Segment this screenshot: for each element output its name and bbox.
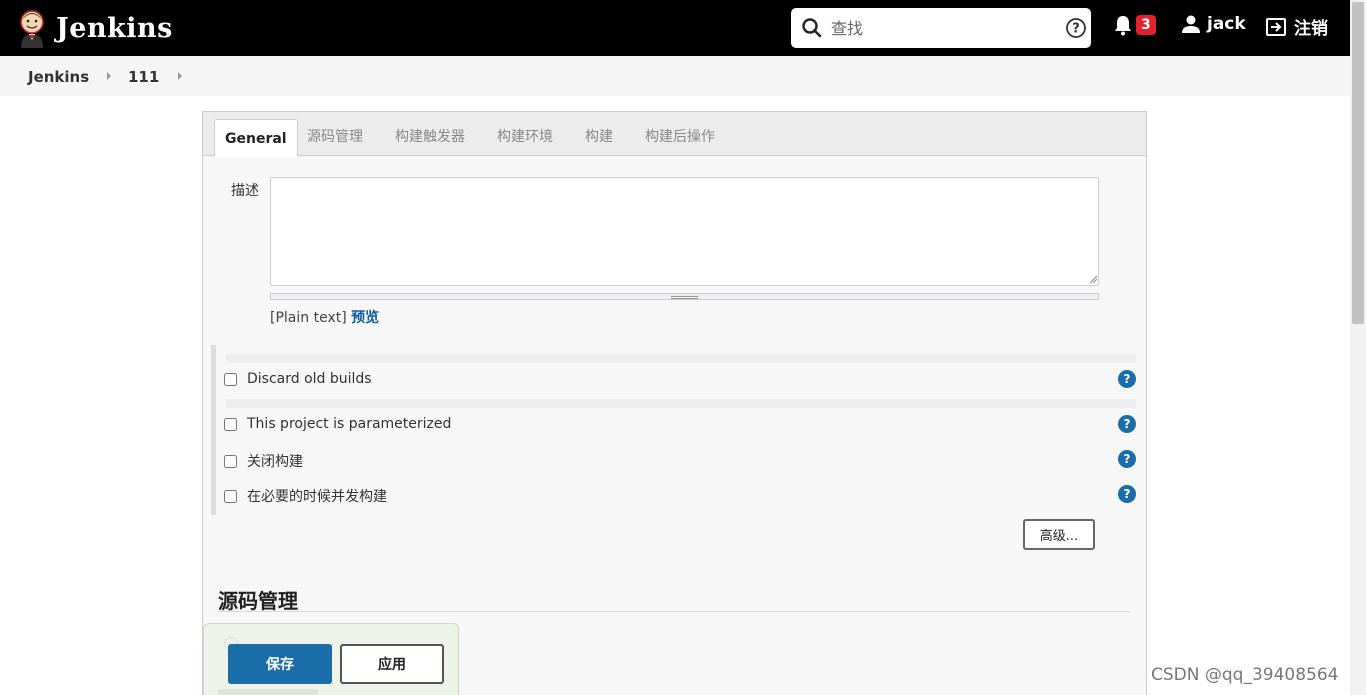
options-section-band (211, 345, 216, 515)
grip-icon[interactable] (671, 296, 698, 299)
option-discard-old-builds[interactable]: Discard old builds (224, 371, 372, 387)
notification-badge: 3 (1136, 15, 1156, 35)
username[interactable]: jack (1207, 14, 1246, 34)
top-header: Jenkins ? 3 jack 注销 (0, 0, 1350, 56)
description-label: 描述 (231, 183, 259, 199)
search-input[interactable] (829, 9, 1049, 47)
logout-label[interactable]: 注销 (1294, 14, 1328, 39)
jenkins-butler-icon (20, 10, 44, 48)
option-label: Discard old builds (247, 371, 372, 387)
breadcrumb: Jenkins 111 (0, 56, 1350, 96)
tab-general[interactable]: General (214, 119, 298, 157)
concurrent-build-checkbox[interactable] (224, 489, 237, 503)
option-label: 关闭构建 (247, 454, 303, 470)
logout-icon (1266, 17, 1286, 36)
divider (218, 611, 1131, 612)
chevron-right-icon[interactable] (178, 72, 182, 80)
description-textarea[interactable] (270, 177, 1099, 286)
logout-link[interactable]: 注销 (1266, 14, 1328, 39)
option-label: This project is parameterized (247, 416, 452, 432)
option-parameterized[interactable]: This project is parameterized (224, 416, 451, 432)
search-icon (802, 18, 822, 38)
user-menu[interactable]: jack (1181, 14, 1246, 34)
markup-format-line: [Plain text] 预览 (270, 307, 379, 327)
section-title-scm: 源码管理 (218, 589, 298, 613)
parameterized-checkbox[interactable] (224, 417, 237, 431)
divider (226, 399, 1136, 408)
bell-icon (1115, 16, 1131, 36)
save-button[interactable]: 保存 (228, 644, 332, 684)
disable-build-checkbox[interactable] (224, 454, 237, 468)
tab-post-build[interactable]: 构建后操作 (645, 126, 715, 146)
config-tabbar: General 源码管理 构建触发器 构建环境 构建 构建后操作 (203, 112, 1146, 157)
preview-link[interactable]: 预览 (351, 310, 379, 326)
page-scrollbar[interactable] (1350, 0, 1366, 695)
tab-build[interactable]: 构建 (585, 126, 613, 146)
scrollbar-thumb[interactable] (1352, 2, 1364, 324)
obscured-section-heading (218, 689, 318, 695)
option-concurrent-build[interactable]: 在必要的时候并发构建 (224, 486, 387, 506)
option-label: 在必要的时候并发构建 (247, 489, 387, 505)
help-icon[interactable]: ? (1118, 450, 1136, 468)
advanced-button[interactable]: 高级... (1023, 519, 1095, 550)
chevron-right-icon[interactable] (107, 72, 111, 80)
tab-scm[interactable]: 源码管理 (307, 126, 363, 146)
help-icon[interactable]: ? (1118, 415, 1136, 433)
discard-old-builds-checkbox[interactable] (224, 372, 237, 386)
plain-text-label: [Plain text] (270, 310, 347, 326)
app-name[interactable]: Jenkins (56, 13, 173, 44)
help-icon[interactable]: ? (1118, 485, 1136, 503)
search-box[interactable]: ? (791, 8, 1091, 48)
help-circle-icon[interactable]: ? (1065, 17, 1087, 39)
option-disable-build[interactable]: 关闭构建 (224, 451, 303, 471)
tab-build-triggers[interactable]: 构建触发器 (395, 126, 465, 146)
notifications[interactable]: 3 (1113, 14, 1156, 36)
breadcrumb-item-jenkins[interactable]: Jenkins (28, 68, 89, 86)
help-icon[interactable]: ? (1118, 370, 1136, 388)
watermark: CSDN @qq_39408564 (1151, 665, 1339, 685)
divider (226, 354, 1136, 363)
jenkins-logo[interactable]: Jenkins (16, 8, 173, 48)
user-icon (1182, 15, 1200, 33)
svg-text:?: ? (1072, 22, 1080, 37)
tab-build-environment[interactable]: 构建环境 (497, 126, 553, 146)
resize-handle-icon[interactable] (1088, 274, 1098, 284)
apply-button[interactable]: 应用 (340, 644, 444, 684)
breadcrumb-item-job[interactable]: 111 (128, 68, 159, 86)
